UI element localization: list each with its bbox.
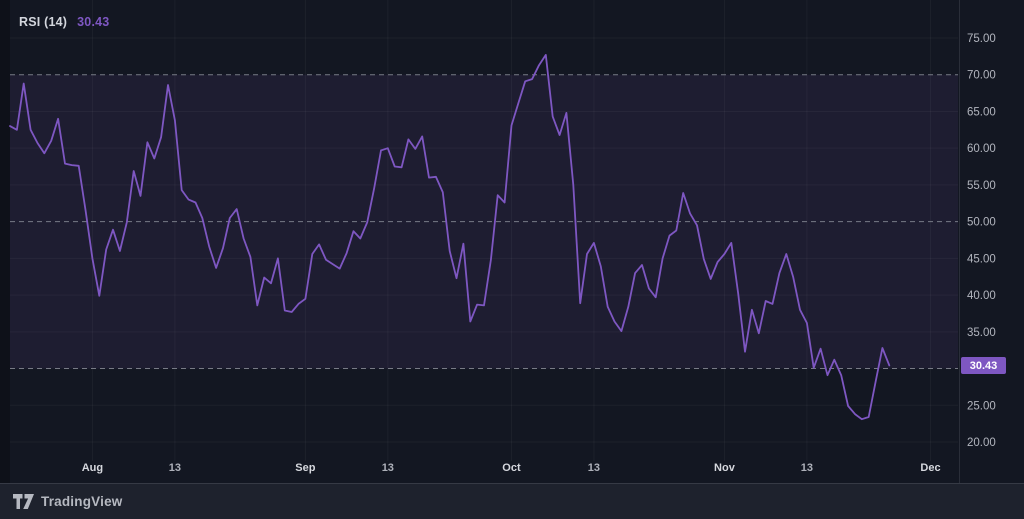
y-axis-label-25.00[interactable]: 25.00 (967, 400, 996, 412)
y-axis-label-65.00[interactable]: 65.00 (967, 106, 996, 118)
tradingview-brand-text: TradingView (41, 494, 123, 509)
rsi-chart-plot[interactable]: 75.00 70.00 65.00 60.00 55.00 50.00 45.00 40.00… (0, 0, 1024, 483)
x-axis-label-Nov[interactable]: Nov (714, 462, 736, 474)
y-axis-label-50.00[interactable]: 50.00 (967, 217, 996, 229)
x-axis-label-Oct[interactable]: Oct (502, 462, 521, 474)
tradingview-logo-link[interactable]: TradingView (13, 494, 122, 509)
indicator-current-value: 30.43 (77, 15, 110, 29)
x-axis-label-Aug[interactable]: Aug (82, 462, 103, 474)
x-axis-label-13[interactable]: 13 (382, 462, 394, 474)
x-axis-label-Dec[interactable]: Dec (920, 462, 940, 474)
y-axis-label-75.00[interactable]: 75.00 (967, 33, 996, 45)
tradingview-icon (13, 494, 34, 509)
y-axis-label-45.00[interactable]: 45.00 (967, 253, 996, 265)
rsi-indicator-panel: 75.00 70.00 65.00 60.00 55.00 50.00 45.00 40.00… (0, 0, 1024, 519)
y-axis-label-55.00[interactable]: 55.00 (967, 180, 996, 192)
y-axis-label-60.00[interactable]: 60.00 (967, 143, 996, 155)
y-axis-label-35.00[interactable]: 35.00 (967, 327, 996, 339)
price-axis-border (959, 0, 960, 483)
y-axis-label-40.00[interactable]: 40.00 (967, 290, 996, 302)
y-axis-label-70.00[interactable]: 70.00 (967, 70, 996, 82)
bottom-toolbar: TradingView (0, 483, 1024, 519)
x-axis-label-Sep[interactable]: Sep (295, 462, 315, 474)
indicator-title[interactable]: RSI (14) (19, 15, 67, 29)
x-axis-label-13[interactable]: 13 (169, 462, 181, 474)
x-axis-label-13[interactable]: 13 (801, 462, 813, 474)
indicator-legend[interactable]: RSI (14) 30.43 (19, 15, 109, 29)
x-axis-label-13[interactable]: 13 (588, 462, 600, 474)
y-axis-label-20.00[interactable]: 20.00 (967, 437, 996, 449)
last-value-badge: 30.43 (961, 357, 1006, 374)
